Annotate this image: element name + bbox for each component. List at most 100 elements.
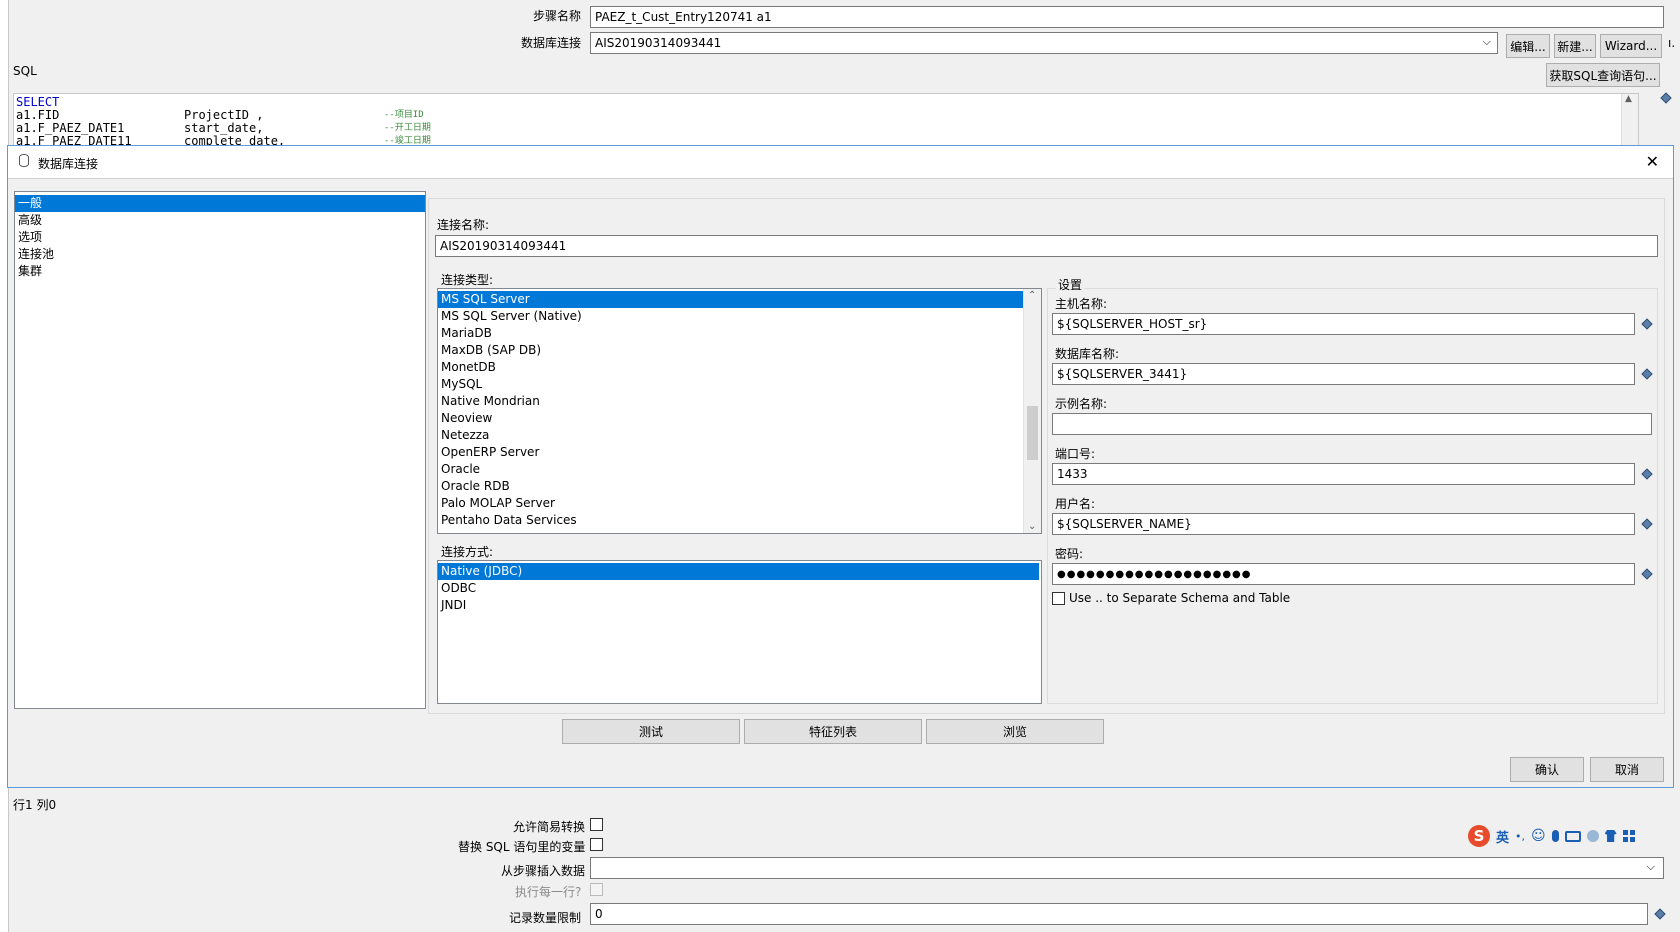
password-input[interactable]: ●●●●●●●●●●●●●●●●●●●● [1052, 563, 1635, 585]
db-connection-select[interactable]: AIS20190314093441 ⌵ [590, 32, 1498, 54]
connection-name-input[interactable]: AIS20190314093441 [435, 235, 1658, 257]
access-type-list[interactable]: Native (JDBC) ODBC JNDI [437, 560, 1042, 704]
user-icon[interactable] [1586, 830, 1599, 842]
insert-from-step-select[interactable]: ⌵ [590, 857, 1664, 879]
conn-type-item[interactable]: Neoview [438, 410, 1023, 427]
feature-list-button[interactable]: 特征列表 [744, 719, 922, 744]
nav-item-options[interactable]: 选项 [15, 229, 425, 246]
username-variable-icon [1641, 518, 1653, 530]
nav-item-clustering[interactable]: 集群 [15, 263, 425, 280]
sql-comment: --开工日期 [384, 123, 431, 133]
ime-punctuation[interactable]: •, [1515, 830, 1525, 843]
schema-separator-checkbox[interactable] [1052, 592, 1065, 605]
port-variable-icon [1641, 468, 1653, 480]
conn-type-item[interactable]: MariaDB [438, 325, 1023, 342]
scroll-up-icon[interactable]: ▲ [1625, 94, 1632, 104]
database-name-label: 数据库名称: [1055, 347, 1120, 361]
instance-name-input[interactable] [1052, 413, 1652, 435]
conn-type-item[interactable]: MySQL [438, 376, 1023, 393]
dialog-titlebar: 数据库连接 ✕ [8, 146, 1673, 179]
step-name-label: 步骤名称 [533, 9, 582, 23]
ime-language[interactable]: 英 [1496, 827, 1509, 846]
settings-group: 设置 主机名称: ${SQLSERVER_HOST_sr} 数据库名称: ${S… [1047, 276, 1658, 704]
microphone-icon[interactable] [1551, 830, 1559, 842]
emoji-icon[interactable]: ☺ [1531, 828, 1546, 844]
scrollbar-thumb[interactable] [1027, 406, 1038, 460]
password-variable-icon [1641, 568, 1653, 580]
port-input[interactable]: 1433 [1052, 463, 1635, 485]
test-button[interactable]: 测试 [562, 719, 740, 744]
replace-variables-checkbox[interactable] [590, 838, 603, 851]
chevron-down-icon[interactable]: ⌵ [1483, 35, 1491, 49]
access-type-item[interactable]: Native (JDBC) [438, 563, 1039, 580]
limit-input[interactable]: 0 [590, 903, 1648, 925]
edit-connection-button[interactable]: 编辑... [1506, 34, 1550, 58]
connection-type-list[interactable]: MS SQL Server MS SQL Server (Native) Mar… [437, 288, 1042, 534]
sql-comment: --项目ID [384, 110, 424, 120]
conn-type-item[interactable]: OpenERP Server [438, 444, 1023, 461]
db-connection-value: AIS20190314093441 [595, 36, 722, 50]
access-type-label: 连接方式: [441, 545, 494, 559]
conn-type-item[interactable]: Oracle [438, 461, 1023, 478]
lazy-conversion-checkbox[interactable] [590, 818, 603, 831]
host-label: 主机名称: [1055, 297, 1108, 311]
conn-type-item[interactable]: Native Mondrian [438, 393, 1023, 410]
password-label: 密码: [1055, 547, 1084, 561]
sql-variable-icon [1660, 92, 1672, 104]
nav-item-general[interactable]: 一般 [15, 195, 425, 212]
scroll-down-icon[interactable]: ⌄ [1028, 521, 1036, 532]
limit-label: 记录数量限制 [509, 911, 582, 925]
general-panel: 连接名称: AIS20190314093441 连接类型: MS SQL Ser… [428, 198, 1665, 714]
sql-code: SELECT [16, 95, 60, 109]
category-nav-list[interactable]: 一般 高级 选项 连接池 集群 [14, 191, 426, 709]
conn-type-scrollbar[interactable]: ⌃ ⌄ [1023, 289, 1041, 533]
nav-item-pooling[interactable]: 连接池 [15, 246, 425, 263]
db-connection-label: 数据库连接 [521, 36, 582, 50]
cancel-button[interactable]: 取消 [1590, 757, 1664, 782]
close-icon[interactable]: ✕ [1646, 152, 1659, 171]
limit-variable-icon [1654, 908, 1666, 920]
access-type-item[interactable]: ODBC [438, 580, 1041, 597]
get-sql-button[interactable]: 获取SQL查询语句... [1546, 63, 1660, 87]
sql-code: a1.F_PAEZ_DATE1 [16, 121, 125, 135]
host-input[interactable]: ${SQLSERVER_HOST_sr} [1052, 313, 1635, 335]
conn-type-item[interactable]: Oracle RDB [438, 478, 1023, 495]
explore-button[interactable]: 浏览 [926, 719, 1104, 744]
sogou-logo-icon[interactable]: S [1468, 825, 1490, 847]
grid-menu-icon[interactable] [1622, 830, 1635, 842]
username-input[interactable]: ${SQLSERVER_NAME} [1052, 513, 1635, 535]
access-type-item[interactable]: JNDI [438, 597, 1041, 614]
schema-separator-label: Use .. to Separate Schema and Table [1069, 591, 1291, 605]
nav-item-advanced[interactable]: 高级 [15, 212, 425, 229]
port-label: 端口号: [1055, 447, 1096, 461]
conn-type-item[interactable]: Palo MOLAP Server [438, 495, 1023, 512]
execute-each-row-label: 执行每一行? [515, 885, 582, 899]
cursor-position: 行1 列0 [13, 798, 57, 812]
new-connection-button[interactable]: 新建... [1554, 34, 1596, 58]
scroll-up-icon[interactable]: ⌃ [1028, 290, 1036, 301]
db-connection-dialog: 数据库连接 ✕ 一般 高级 选项 连接池 集群 连接名称: AIS2019031… [7, 145, 1674, 788]
sql-editor[interactable]: SELECT a1.FID ProjectID , --项目ID a1.F_PA… [13, 93, 1639, 147]
conn-type-item[interactable]: Netezza [438, 427, 1023, 444]
conn-type-item[interactable]: MaxDB (SAP DB) [438, 342, 1023, 359]
conn-type-item[interactable]: MS SQL Server (Native) [438, 308, 1023, 325]
conn-type-item[interactable]: Pentaho Data Services [438, 512, 1023, 529]
ok-button[interactable]: 确认 [1510, 757, 1584, 782]
username-label: 用户名: [1055, 497, 1096, 511]
replace-variables-label: 替换 SQL 语句里的变量 [458, 840, 586, 854]
step-name-input[interactable]: PAEZ_t_Cust_Entry120741 a1 [590, 6, 1664, 28]
chevron-down-icon[interactable]: ⌵ [1647, 860, 1655, 874]
skin-shirt-icon[interactable] [1604, 830, 1617, 842]
connection-name-label: 连接名称: [437, 218, 490, 232]
wizard-button[interactable]: Wizard... [1600, 34, 1662, 58]
settings-group-title: 设置 [1056, 276, 1085, 293]
database-name-variable-icon [1641, 368, 1653, 380]
conn-type-item[interactable]: MonetDB [438, 359, 1023, 376]
insert-from-step-label: 从步骤插入数据 [501, 864, 586, 878]
sql-scrollbar[interactable]: ▲ [1621, 94, 1638, 146]
database-name-input[interactable]: ${SQLSERVER_3441} [1052, 363, 1635, 385]
conn-type-item[interactable]: MS SQL Server [438, 291, 1023, 308]
keyboard-icon[interactable] [1564, 830, 1581, 842]
execute-each-row-checkbox[interactable] [590, 883, 603, 896]
sql-line: a1.FID ProjectID , --项目ID [16, 109, 1016, 122]
